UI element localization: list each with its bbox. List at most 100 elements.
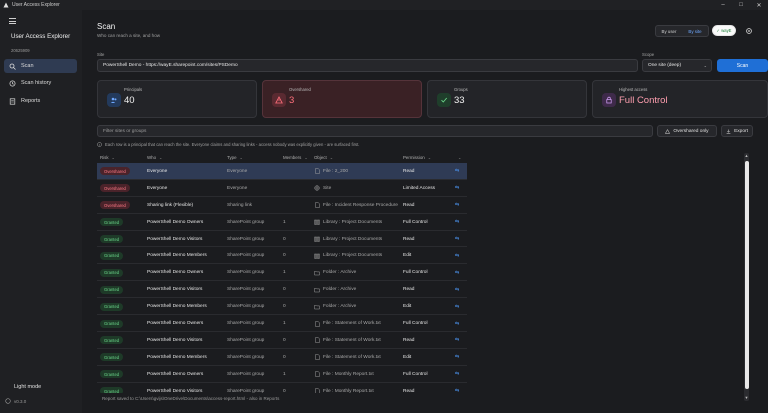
risk-cell: Granted — [100, 214, 124, 231]
table-body: Overshared Everyone Everyone File : 2_200 Re… — [97, 163, 750, 393]
table-row[interactable]: Granted PowerShell Demo Visitors SharePoin… — [97, 231, 467, 248]
permission-cell: Read — [403, 287, 415, 293]
actions-cell: ⇆ — [455, 383, 459, 393]
link-icon[interactable]: ⇆ — [455, 236, 459, 242]
check-icon — [437, 93, 451, 107]
link-icon[interactable]: ⇆ — [455, 371, 459, 377]
link-icon[interactable]: ⇆ — [455, 287, 459, 293]
table-row[interactable]: Granted PowerShell Demo Visitors SharePoin… — [97, 383, 467, 393]
gear-icon[interactable] — [745, 27, 753, 35]
page-subtitle: Who can reach a site, and how — [97, 33, 161, 38]
risk-badge: Granted — [100, 353, 124, 362]
permission-cell: Full Control — [403, 270, 428, 276]
table-row[interactable]: Overshared Sharing link (Flexible) Sharing… — [97, 197, 467, 214]
table-row[interactable]: Granted PowerShell Demo Members SharePoint… — [97, 298, 467, 316]
table-row[interactable]: Granted PowerShell Demo Members SharePoint… — [97, 248, 467, 265]
object-cell: Folder : Archive — [314, 298, 356, 315]
who-cell: PowerShell Demo Owners — [147, 270, 204, 276]
object-label: Library : Project Documents — [323, 219, 383, 225]
overshared-only-button[interactable]: Overshared only — [657, 125, 717, 137]
object-cell: Folder : Archive — [314, 264, 356, 281]
actions-cell: ⇆ — [455, 366, 459, 383]
object-cell: Library : Project Documents — [314, 214, 382, 231]
link-icon[interactable]: ⇆ — [455, 304, 459, 310]
info-icon — [5, 398, 11, 404]
column-header-actions[interactable]: ⌄ — [455, 155, 461, 160]
table-row[interactable]: Granted PowerShell Demo Owners SharePoint … — [97, 315, 467, 332]
light-mode-toggle[interactable]: Light mode — [14, 384, 41, 390]
card-label: Groups — [454, 87, 468, 92]
object-cell: Library : Project Documents — [314, 231, 382, 248]
permission-cell: Edit — [403, 304, 412, 310]
card-label: Highest access — [619, 87, 648, 92]
maximize-button[interactable]: □ — [732, 0, 750, 10]
link-icon[interactable]: ⇆ — [455, 388, 459, 393]
close-button[interactable]: ✕ — [750, 0, 768, 10]
site-label: Site — [97, 52, 105, 57]
filter-input[interactable]: Filter sites or groups — [97, 125, 653, 137]
type-cell: SharePoint group — [227, 253, 265, 259]
chevron-down-icon: ⌄ — [703, 63, 707, 68]
column-header-who[interactable]: Who ⌄ — [147, 155, 162, 160]
table-row[interactable]: Granted PowerShell Demo Visitors SharePoin… — [97, 332, 467, 349]
link-icon[interactable]: ⇆ — [455, 337, 459, 343]
column-header-permission[interactable]: Permission ⌄ — [403, 155, 431, 160]
highest-access-card: Highest access Full Control — [592, 80, 768, 118]
page-title: Scan — [97, 22, 116, 31]
column-header-members[interactable]: Members ⌄ — [283, 155, 308, 160]
table-row[interactable]: Overshared Everyone Everyone File : 2_200 Re… — [97, 163, 467, 180]
by-user-option[interactable]: By user — [656, 26, 682, 36]
link-icon[interactable]: ⇆ — [455, 321, 459, 327]
export-button[interactable]: Export — [721, 125, 753, 137]
overshared-card[interactable]: Overshared 3 — [262, 80, 422, 118]
column-header-object[interactable]: Object ⌄ — [314, 155, 333, 160]
table-row[interactable]: Granted PowerShell Demo Visitors SharePoin… — [97, 281, 467, 299]
scope-select[interactable]: One site (deep) ⌄ — [642, 59, 712, 72]
type-cell: SharePoint group — [227, 321, 265, 327]
link-icon[interactable]: ⇆ — [455, 354, 459, 360]
risk-cell: Granted — [100, 231, 124, 248]
permission-cell: Edit — [403, 354, 412, 360]
who-cell: PowerShell Demo Visitors — [147, 337, 203, 343]
sidebar-item-reports[interactable]: Reports — [4, 94, 77, 108]
link-icon[interactable]: ⇆ — [455, 270, 459, 276]
link-icon[interactable]: ⇆ — [455, 185, 459, 191]
who-cell: Everyone — [147, 185, 168, 191]
risk-badge: Overshared — [100, 184, 130, 193]
link-icon[interactable]: ⇆ — [455, 253, 459, 259]
scope-value: One site (deep) — [648, 63, 682, 68]
account-pill[interactable]: ✓ wayE — [712, 25, 736, 36]
menu-icon[interactable] — [9, 18, 16, 24]
by-site-option[interactable]: By site — [682, 26, 708, 36]
sidebar-item-scan-history[interactable]: Scan history — [4, 76, 77, 90]
table-row[interactable]: Granted PowerShell Demo Owners SharePoint … — [97, 214, 467, 231]
export-icon — [726, 129, 731, 134]
type-cell: Everyone — [227, 168, 248, 174]
members-cell: 0 — [283, 337, 286, 343]
scan-button[interactable]: Scan — [717, 59, 768, 72]
who-cell: PowerShell Demo Owners — [147, 321, 204, 327]
account-name: wayE — [721, 28, 732, 33]
object-label: File : Statement of Work.txt — [323, 354, 381, 360]
type-cell: SharePoint group — [227, 371, 265, 377]
file-icon — [314, 388, 320, 393]
object-label: Folder : Archive — [323, 287, 357, 293]
scroll-up-icon[interactable]: ▲ — [744, 153, 749, 159]
column-header-risk[interactable]: Risk ⌄ — [100, 155, 115, 160]
site-input[interactable]: PowerShell Demo - https://wayE.sharepoin… — [97, 59, 638, 72]
link-icon[interactable]: ⇆ — [455, 168, 459, 174]
link-icon[interactable]: ⇆ — [455, 219, 459, 225]
table-scrollbar[interactable]: ▲ ▼ — [744, 153, 749, 401]
link-icon[interactable]: ⇆ — [455, 202, 459, 208]
table-row[interactable]: Granted PowerShell Demo Members SharePoint… — [97, 349, 467, 366]
table-row[interactable]: Overshared Everyone Everyone Site Limited Ac… — [97, 180, 467, 197]
type-cell: SharePoint group — [227, 287, 265, 293]
scrollbar-thumb[interactable] — [744, 161, 749, 389]
scroll-down-icon[interactable]: ▼ — [744, 395, 749, 401]
sidebar-item-scan[interactable]: Scan — [4, 59, 77, 73]
column-header-type[interactable]: Type ⌄ — [227, 155, 243, 160]
table-row[interactable]: Granted PowerShell Demo Owners SharePoint … — [97, 366, 467, 383]
main-content: Scan Who can reach a site, and how By us… — [82, 10, 768, 413]
minimize-button[interactable]: – — [714, 0, 732, 10]
table-row[interactable]: Granted PowerShell Demo Owners SharePoint … — [97, 264, 467, 282]
